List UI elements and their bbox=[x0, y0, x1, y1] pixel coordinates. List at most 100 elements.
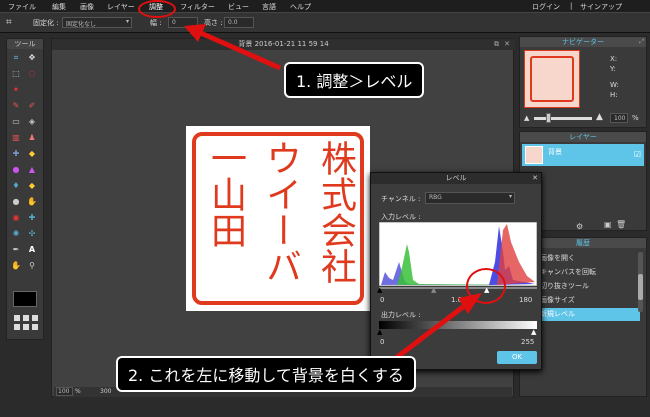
close-icon[interactable]: ✕ bbox=[504, 40, 510, 48]
annotation-arrow-2 bbox=[394, 293, 482, 360]
menu-image[interactable]: 画像 bbox=[80, 2, 94, 12]
marquee-icon[interactable]: ⬚ bbox=[11, 69, 21, 79]
history-item[interactable]: 切り抜きツール bbox=[528, 280, 640, 293]
chevron-down-icon: ▾ bbox=[508, 193, 512, 200]
heal-icon[interactable]: ✚ bbox=[11, 149, 21, 159]
crop-icon[interactable]: ⌗ bbox=[11, 53, 21, 63]
output-white-handle[interactable]: ▲ bbox=[531, 328, 536, 336]
smudge-icon[interactable]: ♦ bbox=[11, 181, 21, 191]
wand-icon[interactable]: ✦ bbox=[11, 85, 21, 95]
input-levels-label: 入力レベル : bbox=[381, 213, 421, 221]
history-item-selected[interactable]: 新規レベル bbox=[528, 308, 640, 321]
navigator-panel: ナビゲーター ⤢ X: Y: W: H: ▲ ▲ 100 % bbox=[519, 36, 647, 128]
history-item[interactable]: キャンバスを回転 bbox=[528, 266, 640, 279]
input-black-handle[interactable]: ▲ bbox=[377, 286, 382, 294]
brush-icon[interactable]: ✐ bbox=[27, 101, 37, 111]
pinch-icon[interactable]: ✣ bbox=[27, 229, 37, 239]
account-separator: | bbox=[570, 2, 573, 10]
lasso-icon[interactable]: ◌ bbox=[27, 69, 37, 79]
input-slider-track[interactable] bbox=[379, 287, 537, 289]
callout-step2: 2. これを左に移動して背景を白くする bbox=[116, 356, 416, 392]
close-icon[interactable]: ✕ bbox=[532, 174, 538, 182]
zoom-in-icon[interactable]: ▲ bbox=[596, 112, 603, 122]
layers-title: レイヤー bbox=[520, 132, 646, 142]
burn-icon[interactable]: ✋ bbox=[27, 197, 37, 207]
layer-style-icon[interactable]: ⚙ bbox=[576, 222, 583, 231]
zoom-slider-track[interactable] bbox=[534, 117, 592, 120]
signup-link[interactable]: サインアップ bbox=[580, 2, 622, 12]
stamp-column-2: ウイーバ bbox=[260, 140, 301, 284]
delete-layer-icon[interactable]: 🗑 bbox=[616, 220, 626, 229]
layer-name: 背景 bbox=[548, 148, 562, 156]
pencil-icon[interactable]: ✎ bbox=[11, 101, 21, 111]
history-item[interactable]: 画像サイズ bbox=[528, 294, 640, 307]
channel-select[interactable]: RBG ▾ bbox=[425, 192, 515, 204]
output-black-handle[interactable]: ▲ bbox=[377, 328, 382, 336]
stamp-column-3: 一山田 bbox=[205, 140, 246, 248]
layer-visibility-icon[interactable]: ☑ bbox=[634, 150, 641, 159]
tools-panel: ツール ⌗ ✥ ⬚ ◌ ✦ ✎ ✐ ▭ ◈ ▥ ♟ ✚ ◆ ● ▲ ♦ ◆ ● … bbox=[6, 38, 44, 340]
lock-select[interactable]: 固定化なし ▾ bbox=[62, 17, 132, 28]
stamp-column-1: 株式会社 bbox=[315, 140, 356, 284]
navigator-thumbnail[interactable] bbox=[524, 50, 580, 108]
nav-h-label: H: bbox=[610, 91, 618, 99]
nav-x-label: X: bbox=[610, 55, 618, 63]
layer-thumbnail bbox=[525, 146, 543, 164]
hand-icon[interactable]: ✋ bbox=[11, 261, 21, 271]
nav-zoom-input[interactable]: 100 bbox=[610, 113, 628, 123]
nav-y-label: Y: bbox=[610, 65, 616, 73]
menu-view[interactable]: ビュー bbox=[228, 2, 249, 12]
channel-label: チャンネル : bbox=[381, 195, 421, 203]
navigator-title: ナビゲーター bbox=[520, 37, 646, 47]
bucket-icon[interactable]: ◈ bbox=[27, 117, 37, 127]
annotation-arrow-1 bbox=[184, 24, 282, 71]
move-icon[interactable]: ✥ bbox=[27, 53, 37, 63]
dodge-icon[interactable]: ● bbox=[11, 197, 21, 207]
maximize-icon[interactable]: ⧉ bbox=[494, 40, 499, 49]
zoom-slider-handle[interactable] bbox=[546, 113, 551, 123]
lock-select-value: 固定化なし bbox=[66, 21, 97, 28]
nav-zoom-unit: % bbox=[632, 114, 639, 122]
input-min-value: 0 bbox=[380, 296, 385, 304]
picker-icon[interactable]: ✒ bbox=[11, 245, 21, 255]
redeye-icon[interactable]: ◉ bbox=[11, 213, 21, 223]
login-link[interactable]: ログイン bbox=[532, 2, 560, 12]
layer-row[interactable]: 背景 ☑ bbox=[522, 144, 644, 166]
spot-icon[interactable]: ✚ bbox=[27, 213, 37, 223]
zoom-unit: % bbox=[75, 388, 81, 395]
history-scrollbar[interactable] bbox=[638, 252, 643, 312]
menu-language[interactable]: 言語 bbox=[262, 2, 276, 12]
text-icon[interactable]: A bbox=[27, 245, 37, 255]
stamp-icon[interactable]: ♟ bbox=[27, 133, 37, 143]
sponge-icon[interactable]: ◆ bbox=[27, 181, 37, 191]
menu-filter[interactable]: フィルター bbox=[180, 2, 215, 12]
new-layer-icon[interactable]: ▣ bbox=[604, 220, 612, 229]
callout-step1: 1. 調整＞レベル bbox=[284, 62, 425, 98]
zoom-out-icon[interactable]: ▲ bbox=[524, 114, 529, 122]
eraser-icon[interactable]: ▭ bbox=[11, 117, 21, 127]
panel-collapse-icon[interactable]: ⤢ bbox=[639, 38, 644, 46]
chevron-down-icon: ▾ bbox=[125, 18, 129, 25]
levels-title: レベル bbox=[371, 173, 541, 184]
zoom-icon[interactable]: ⚲ bbox=[27, 261, 37, 271]
output-min-value: 0 bbox=[380, 338, 385, 346]
grid-icon[interactable] bbox=[14, 315, 40, 333]
histogram bbox=[379, 222, 537, 286]
replace-icon[interactable]: ◆ bbox=[27, 149, 37, 159]
crop-tool-icon: ⌗ bbox=[6, 17, 12, 28]
sharpen-icon[interactable]: ▲ bbox=[27, 165, 37, 175]
menu-help[interactable]: ヘルプ bbox=[290, 2, 311, 12]
menu-file[interactable]: ファイル bbox=[8, 2, 36, 12]
menu-layer[interactable]: レイヤー bbox=[107, 2, 135, 12]
color-swatch[interactable] bbox=[13, 291, 37, 307]
bloat-icon[interactable]: ✺ bbox=[11, 229, 21, 239]
stamp-image: 株式会社 ウイーバ 一山田 bbox=[186, 126, 370, 311]
menu-bar: ファイル 編集 画像 レイヤー 調整 フィルター ビュー 言語 ヘルプ ログイン… bbox=[0, 0, 650, 13]
zoom-input[interactable]: 100 bbox=[56, 387, 73, 396]
menu-edit[interactable]: 編集 bbox=[52, 2, 66, 12]
gradient-icon[interactable]: ▥ bbox=[11, 133, 21, 143]
blur-icon[interactable]: ● bbox=[11, 165, 21, 175]
ok-button[interactable]: OK bbox=[497, 351, 537, 364]
image-size: 300 bbox=[100, 388, 112, 395]
history-item[interactable]: 画像を開く bbox=[528, 252, 640, 265]
